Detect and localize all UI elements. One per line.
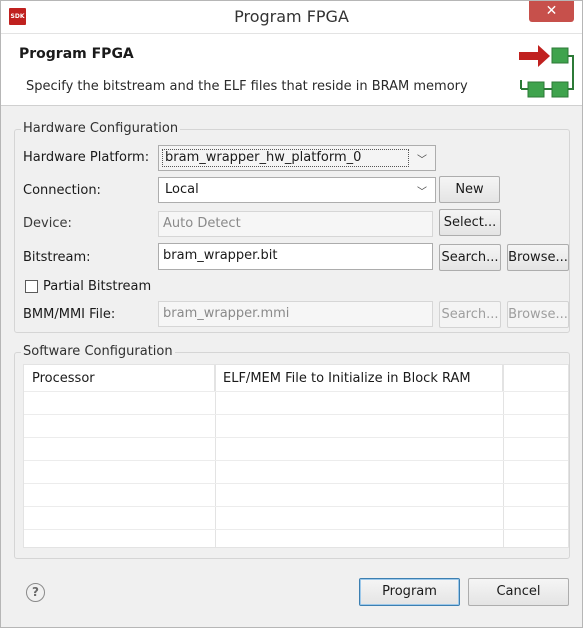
chevron-down-icon: ﹀ (417, 155, 427, 166)
connection-value: Local (165, 182, 199, 197)
column-header-processor[interactable]: Processor (24, 365, 215, 391)
cancel-button[interactable]: Cancel (468, 578, 569, 606)
title-bar[interactable]: SDK Program FPGA ✕ (1, 1, 582, 34)
bmm-mmi-file-field: bram_wrapper.mmi (158, 301, 433, 327)
bitstream-label: Bitstream: (23, 250, 91, 265)
help-icon[interactable]: ? (26, 583, 45, 602)
close-button[interactable]: ✕ (529, 1, 574, 22)
processor-elf-table[interactable]: Processor ELF/MEM File to Initialize in … (23, 364, 569, 548)
table-row[interactable] (24, 460, 568, 483)
close-icon: ✕ (545, 3, 558, 19)
fpga-program-icon (519, 45, 574, 98)
bmm-mmi-file-label: BMM/MMI File: (23, 307, 116, 322)
connection-select[interactable]: Local ﹀ (158, 177, 436, 203)
table-row[interactable] (24, 437, 568, 460)
table-row[interactable] (24, 483, 568, 506)
select-device-button[interactable]: Select... (439, 209, 501, 236)
window-title: Program FPGA (234, 7, 349, 26)
hardware-platform-label: Hardware Platform: (23, 150, 150, 165)
dialog-header: Program FPGA Specify the bitstream and t… (1, 34, 582, 106)
focus-rectangle (162, 149, 409, 167)
program-fpga-dialog: SDK Program FPGA ✕ Program FPGA Specify … (0, 0, 583, 628)
column-header-elf-mem-file[interactable]: ELF/MEM File to Initialize in Block RAM (215, 365, 503, 391)
bitstream-browse-button[interactable]: Browse... (507, 244, 569, 271)
bitstream-search-button[interactable]: Search... (439, 244, 501, 271)
bmm-search-button: Search... (439, 301, 501, 328)
software-configuration-label: Software Configuration (21, 344, 175, 359)
program-button[interactable]: Program (359, 578, 460, 606)
table-row[interactable] (24, 506, 568, 529)
partial-bitstream-checkbox[interactable] (25, 280, 38, 293)
table-row[interactable] (24, 391, 568, 414)
bmm-browse-button: Browse... (507, 301, 569, 328)
column-header-extra[interactable] (503, 365, 568, 391)
partial-bitstream-label[interactable]: Partial Bitstream (43, 279, 151, 294)
device-field: Auto Detect (158, 211, 433, 237)
chevron-down-icon: ﹀ (417, 187, 427, 198)
connection-label: Connection: (23, 183, 101, 198)
hardware-platform-select[interactable]: bram_wrapper_hw_platform_0 ﹀ (158, 145, 436, 171)
hardware-configuration-label: Hardware Configuration (21, 121, 181, 136)
table-row[interactable] (24, 529, 568, 547)
table-row[interactable] (24, 414, 568, 437)
new-connection-button[interactable]: New (439, 176, 500, 203)
bitstream-field[interactable]: bram_wrapper.bit (158, 243, 433, 270)
page-title: Program FPGA (19, 46, 134, 62)
page-description: Specify the bitstream and the ELF files … (26, 79, 468, 94)
device-label: Device: (23, 216, 72, 231)
